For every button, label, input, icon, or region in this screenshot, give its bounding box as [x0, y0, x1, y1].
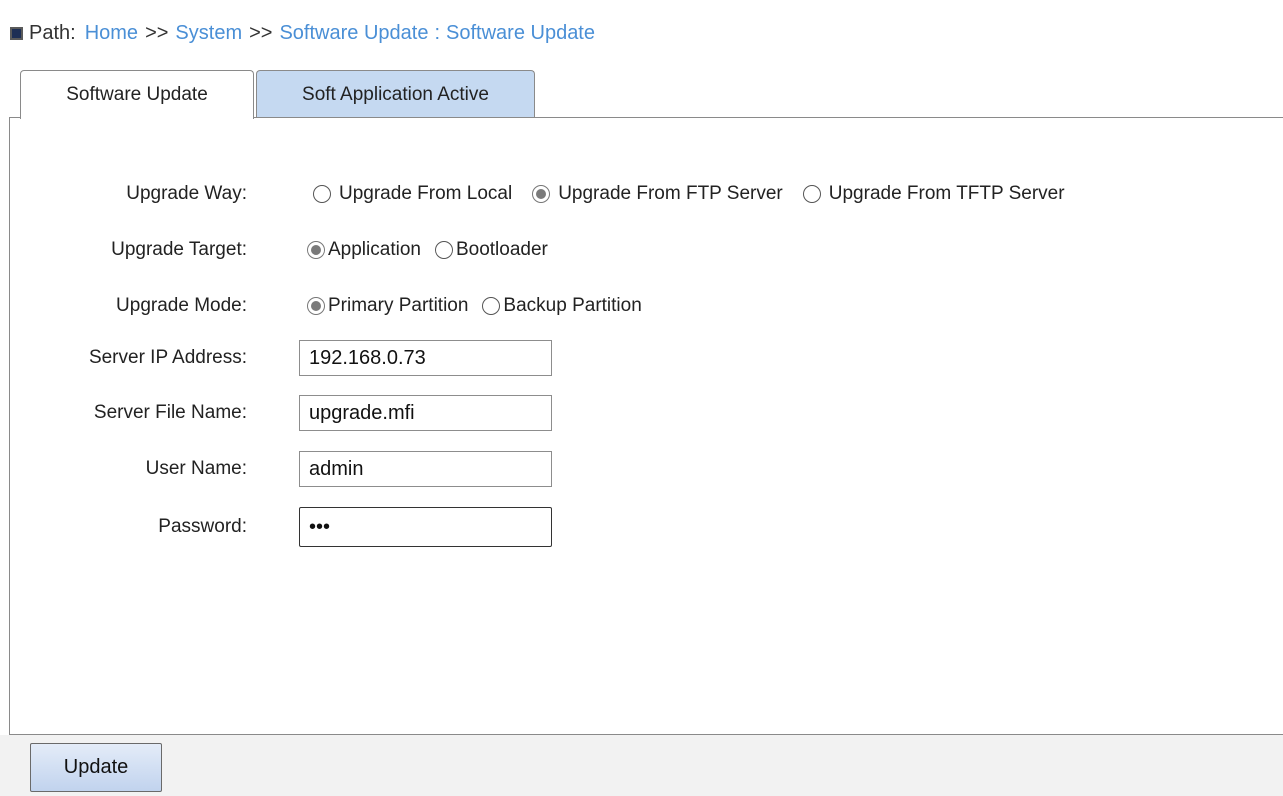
upgrade-way-option-tftp[interactable]: Upgrade From TFTP Server	[802, 183, 1065, 205]
upgrade-target-option-bootloader[interactable]: Bootloader	[434, 239, 548, 261]
breadcrumb: Path: Home >> System >> Software Update …	[10, 20, 595, 46]
radio-upgrade-from-tftp-server[interactable]	[802, 185, 821, 203]
upgrade-target-label: Upgrade Target:	[111, 239, 247, 260]
user-name-input[interactable]	[299, 451, 552, 487]
upgrade-mode-option-backup[interactable]: Backup Partition	[482, 295, 642, 317]
update-button[interactable]: Update	[30, 743, 162, 792]
breadcrumb-separator: >>	[145, 21, 169, 44]
option-label: Backup Partition	[503, 295, 642, 316]
upgrade-mode-row: Upgrade Mode: Primary Partition Backup P…	[10, 292, 1283, 320]
upgrade-way-row: Upgrade Way: Upgrade From Local Upgrade …	[10, 180, 1283, 208]
server-ip-row: Server IP Address:	[10, 340, 1283, 376]
breadcrumb-colon: :	[434, 21, 441, 44]
radio-application[interactable]	[307, 241, 325, 259]
upgrade-way-label: Upgrade Way:	[126, 183, 247, 204]
option-label: Primary Partition	[328, 295, 469, 316]
upgrade-way-option-local[interactable]: Upgrade From Local	[313, 183, 512, 205]
radio-bootloader[interactable]	[434, 241, 453, 259]
server-file-row: Server File Name:	[10, 395, 1283, 431]
option-label: Application	[328, 239, 421, 260]
radio-upgrade-from-local[interactable]	[313, 185, 331, 203]
password-label: Password:	[158, 516, 247, 537]
server-ip-input[interactable]	[299, 340, 552, 376]
upgrade-mode-option-primary[interactable]: Primary Partition	[307, 295, 468, 317]
server-file-label: Server File Name:	[93, 402, 247, 423]
upgrade-target-option-application[interactable]: Application	[307, 239, 421, 261]
form-panel: Upgrade Way: Upgrade From Local Upgrade …	[9, 117, 1283, 735]
option-label: Upgrade From FTP Server	[558, 183, 783, 204]
breadcrumb-page-link[interactable]: Software Update	[446, 22, 595, 45]
breadcrumb-system-link[interactable]: System	[175, 22, 242, 45]
upgrade-target-options: Application Bootloader	[307, 239, 562, 261]
upgrade-mode-label: Upgrade Mode:	[116, 295, 247, 316]
upgrade-way-option-ftp[interactable]: Upgrade From FTP Server	[532, 183, 783, 205]
square-bullet-icon	[10, 26, 23, 40]
path-label: Path:	[29, 21, 76, 44]
password-row: Password:	[10, 507, 1283, 547]
breadcrumb-section-link[interactable]: Software Update	[279, 22, 428, 45]
server-file-input[interactable]	[299, 395, 552, 431]
radio-upgrade-from-ftp-server[interactable]	[532, 185, 551, 203]
tab-software-update[interactable]: Software Update	[20, 70, 254, 119]
option-label: Upgrade From TFTP Server	[828, 183, 1065, 204]
upgrade-target-row: Upgrade Target: Application Bootloader	[10, 236, 1283, 264]
option-label: Bootloader	[455, 239, 548, 260]
option-label: Upgrade From Local	[339, 183, 513, 204]
breadcrumb-separator: >>	[249, 21, 273, 44]
server-ip-label: Server IP Address:	[88, 347, 247, 368]
action-bar	[0, 735, 1283, 796]
user-name-label: User Name:	[145, 458, 247, 479]
upgrade-way-options: Upgrade From Local Upgrade From FTP Serv…	[313, 183, 1085, 205]
upgrade-mode-options: Primary Partition Backup Partition	[307, 295, 656, 317]
radio-backup-partition[interactable]	[482, 297, 501, 315]
password-input[interactable]	[299, 507, 552, 547]
radio-primary-partition[interactable]	[307, 297, 325, 315]
breadcrumb-home-link[interactable]: Home	[85, 22, 138, 45]
user-name-row: User Name:	[10, 451, 1283, 487]
tab-soft-application-active[interactable]: Soft Application Active	[256, 70, 535, 118]
